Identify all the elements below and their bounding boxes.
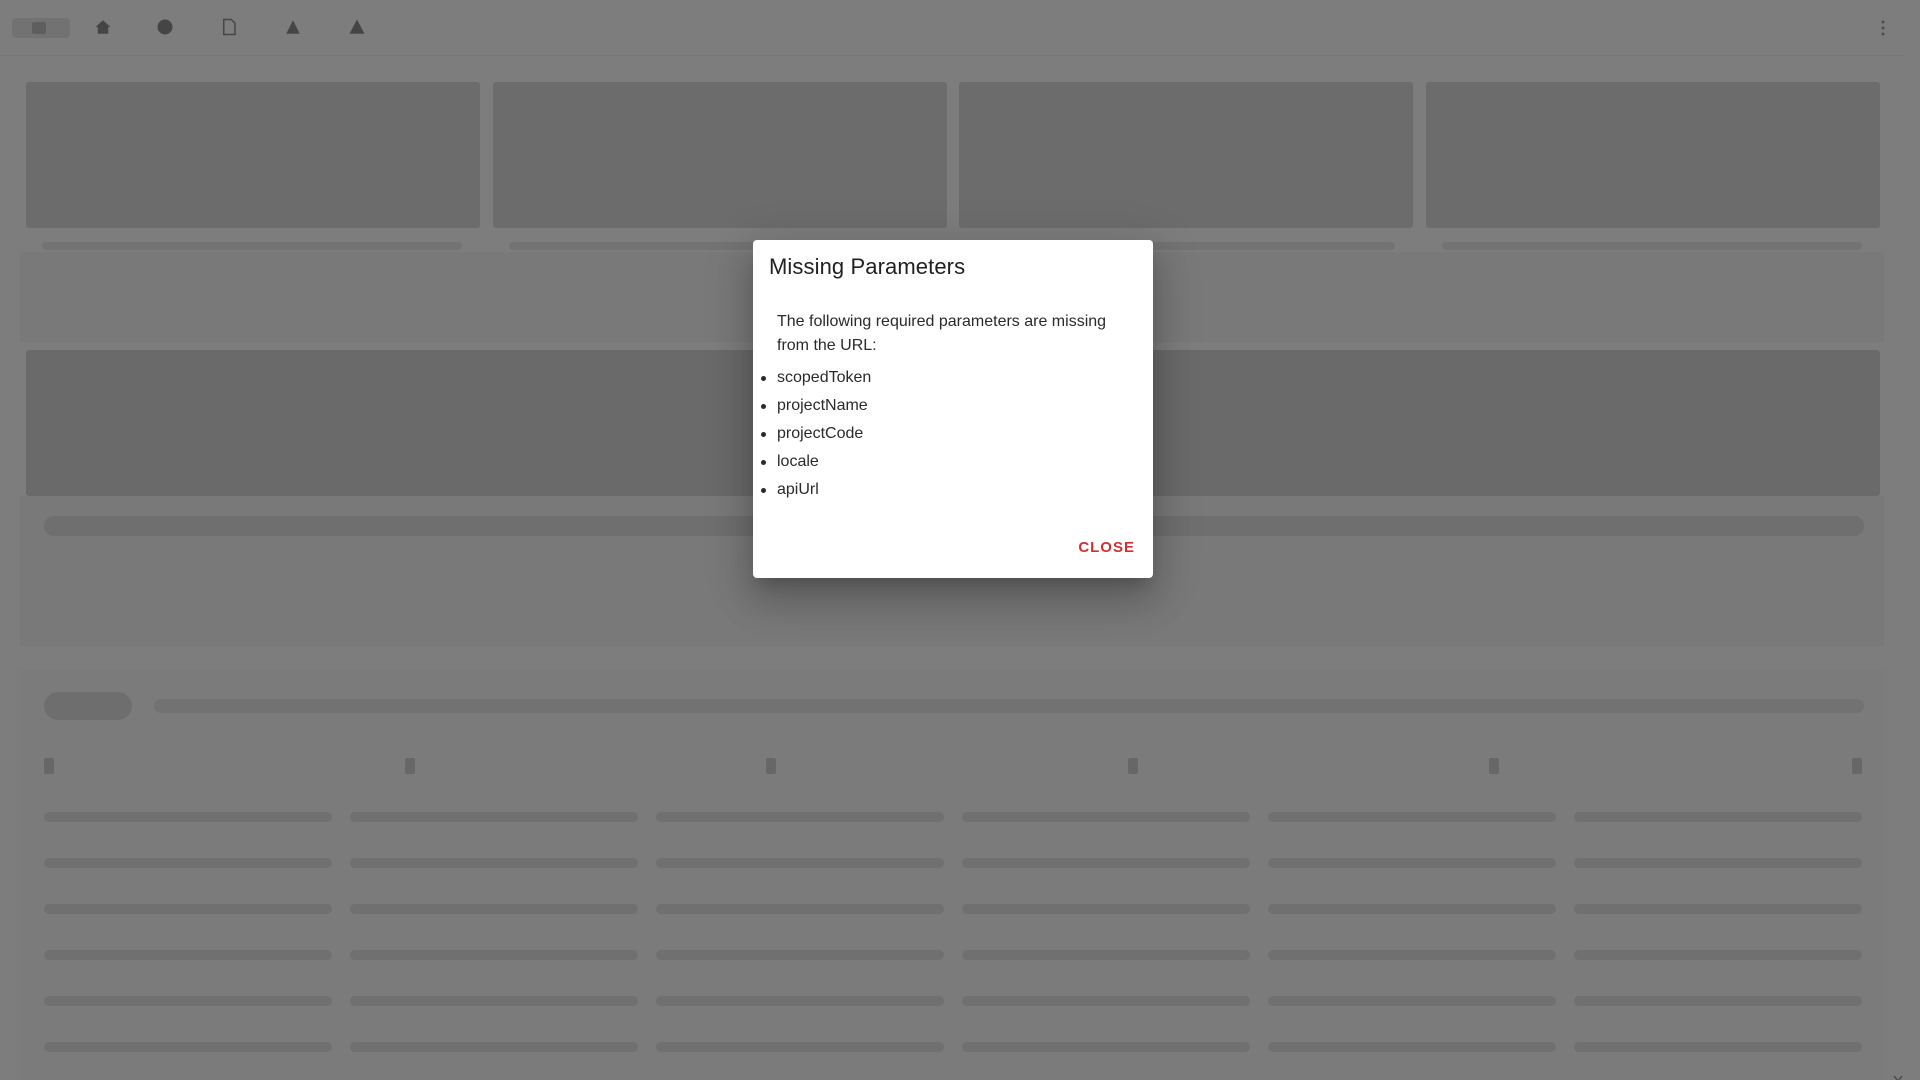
list-item: scopedToken — [761, 364, 1117, 392]
close-button[interactable]: CLOSE — [1076, 533, 1137, 562]
dialog-message: The following required parameters are mi… — [777, 313, 1107, 354]
missing-parameters-dialog: Missing Parameters The following require… — [753, 240, 1153, 578]
list-item: projectCode — [761, 420, 1117, 448]
list-item: locale — [761, 448, 1117, 476]
missing-params-list: scopedToken projectName projectCode loca… — [761, 364, 1117, 504]
dialog-title: Missing Parameters — [769, 254, 966, 279]
dialog-body: The following required parameters are mi… — [761, 310, 1117, 504]
list-item: apiUrl — [761, 476, 1117, 504]
list-item: projectName — [761, 392, 1117, 420]
